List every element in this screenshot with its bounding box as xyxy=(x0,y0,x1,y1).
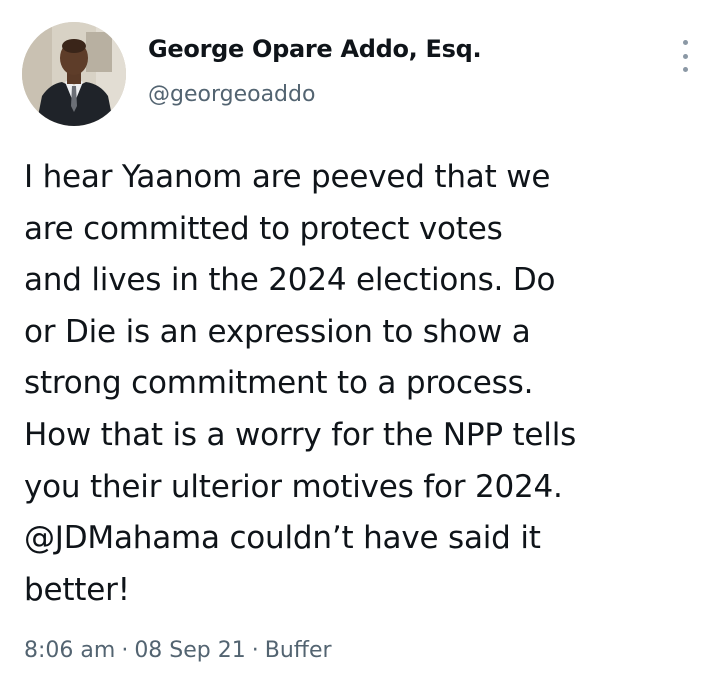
more-options-icon[interactable] xyxy=(678,40,692,72)
more-dot xyxy=(682,67,688,72)
tweet-meta: 8:06 am · 08 Sep 21 · Buffer xyxy=(24,638,332,663)
tweet-text-line: and lives in the 2024 elections. Do xyxy=(24,262,556,299)
tweet-text-line: strong commitment to a process. xyxy=(24,365,534,402)
tweet-time[interactable]: 8:06 am xyxy=(24,638,115,663)
meta-separator: · xyxy=(121,638,129,663)
tweet-text-line: better! xyxy=(24,571,130,608)
more-dot xyxy=(682,40,688,45)
author-handle[interactable]: @georgeoaddo xyxy=(148,82,315,107)
author-name[interactable]: George Opare Addo, Esq. xyxy=(148,35,482,63)
tweet-text-line: @JDMahama couldn’t have said it xyxy=(24,520,541,557)
tweet-date[interactable]: 08 Sep 21 xyxy=(134,638,245,663)
tweet-source[interactable]: Buffer xyxy=(265,638,332,663)
tweet-header: George Opare Addo, Esq. @georgeoaddo xyxy=(22,22,698,126)
tweet-text-line: you their ulterior motives for 2024. xyxy=(24,468,563,505)
profile-photo-icon xyxy=(22,22,126,126)
tweet-text-line: How that is a worry for the NPP tells xyxy=(24,416,577,453)
more-dot xyxy=(682,53,688,59)
tweet-text-line: I hear Yaanom are peeved that we xyxy=(24,159,551,195)
meta-separator: · xyxy=(251,638,259,663)
tweet-text: I hear Yaanom are peeved that we are com… xyxy=(24,152,700,616)
tweet: George Opare Addo, Esq. @georgeoaddo I h… xyxy=(0,0,720,692)
tweet-text-line: or Die is an expression to show a xyxy=(24,313,531,350)
avatar[interactable] xyxy=(22,22,126,126)
tweet-text-line: are committed to protect votes xyxy=(24,210,503,247)
